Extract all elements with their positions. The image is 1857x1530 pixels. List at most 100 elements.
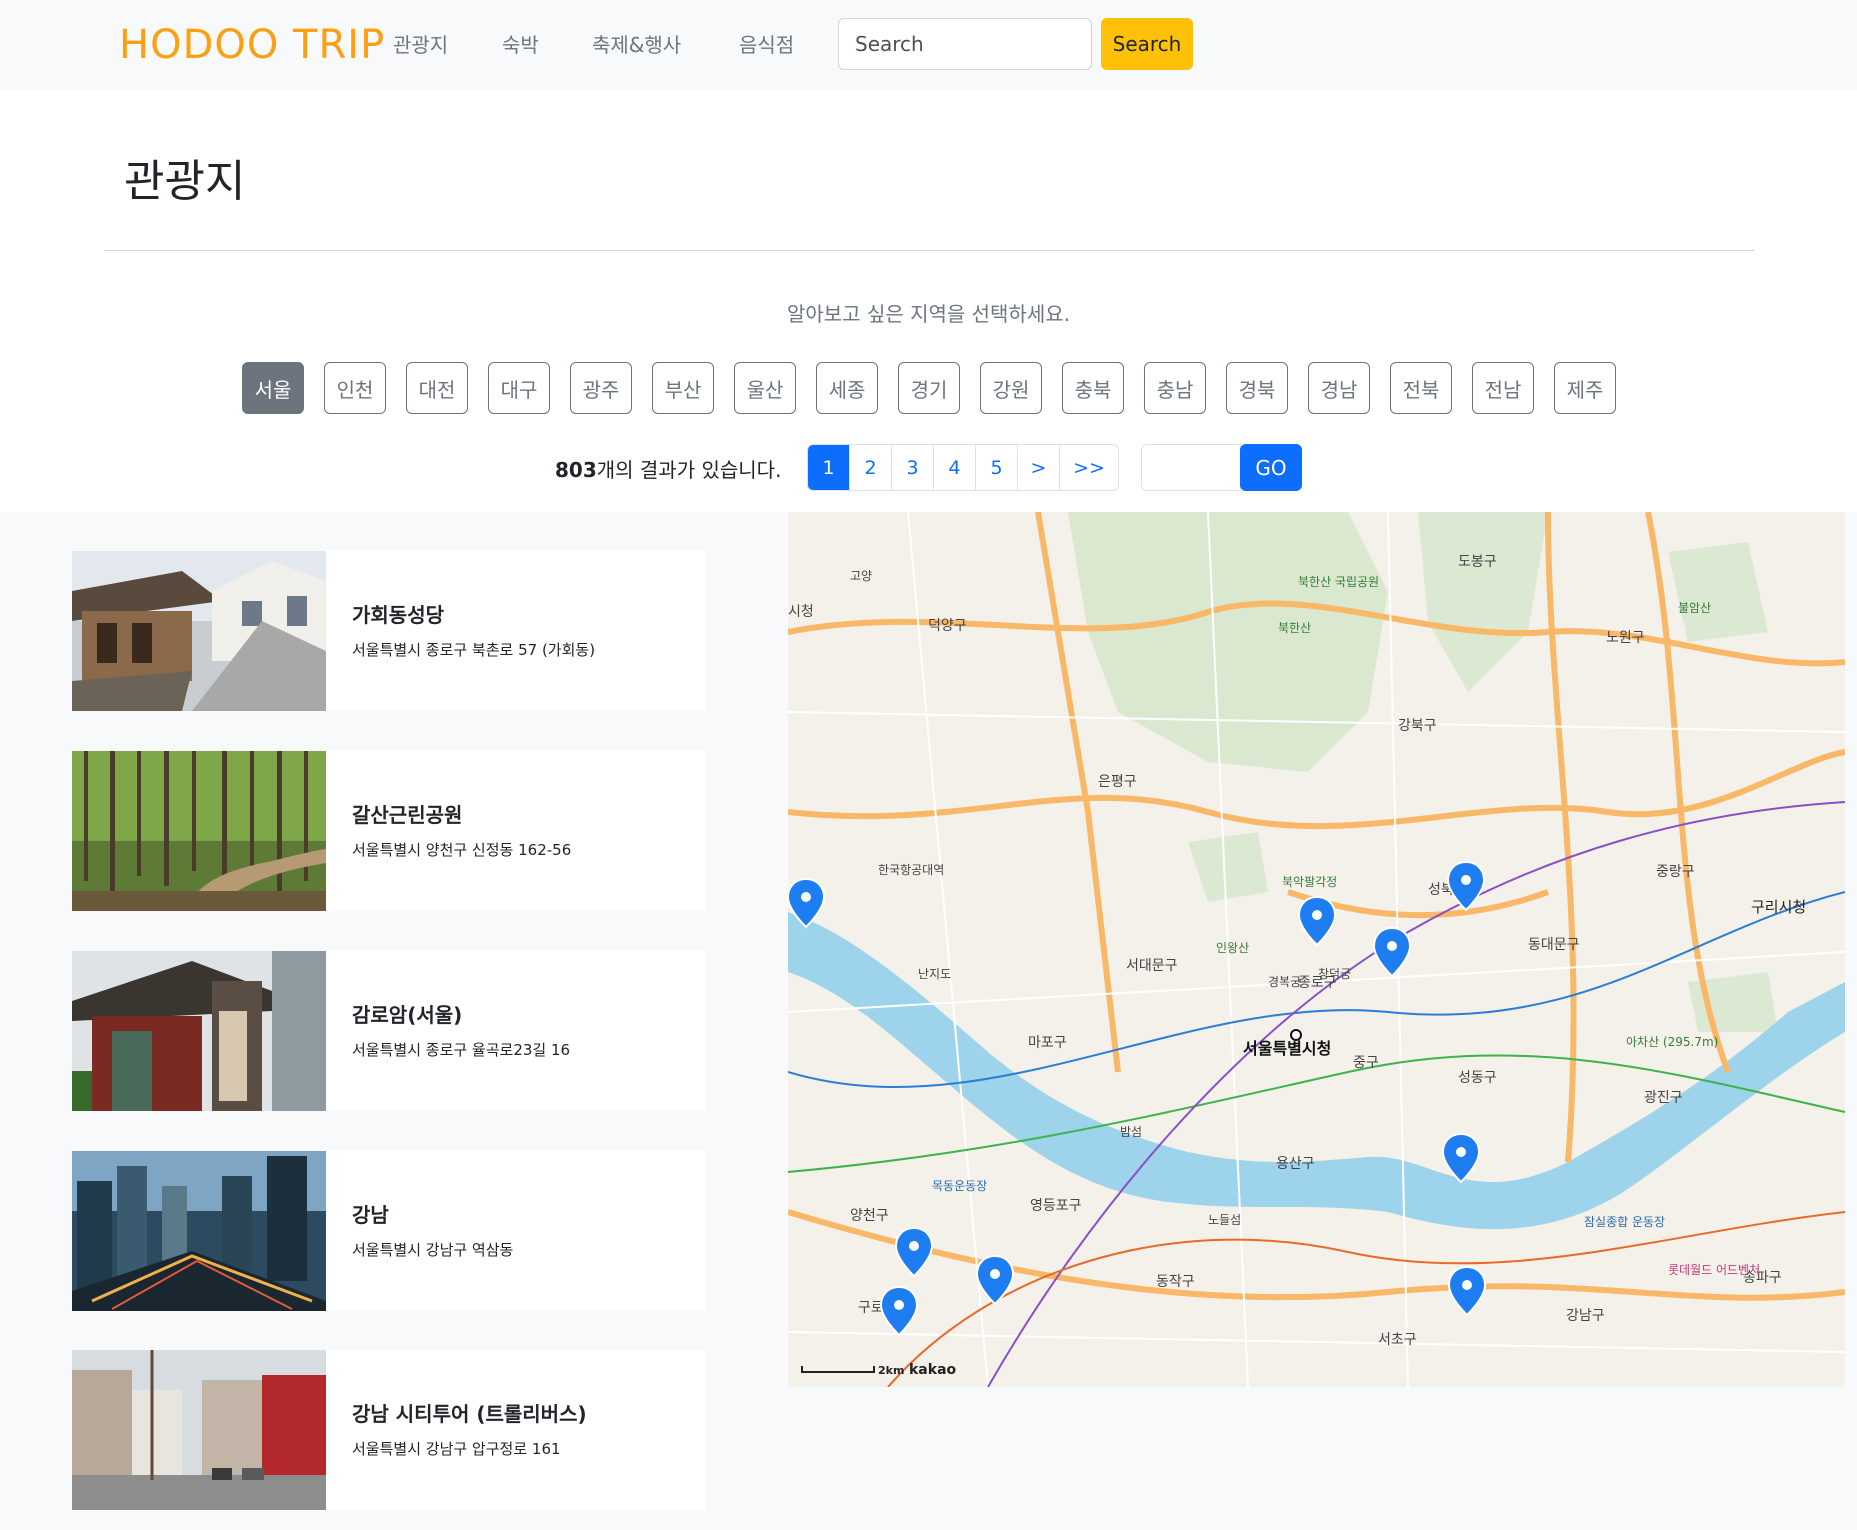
map-label: 중구	[1353, 1055, 1379, 1071]
region-button-jeonnam[interactable]: 전남	[1472, 362, 1534, 414]
map-label: 구리시청	[1751, 898, 1806, 916]
place-card[interactable]: 감로암(서울) 서울특별시 종로구 율곡로23길 16	[72, 951, 706, 1111]
map-label: 구로	[858, 1300, 884, 1316]
place-address: 서울특별시 강남구 압구정로 161	[352, 1440, 561, 1458]
map-label: 은평구	[1098, 774, 1137, 790]
nav-link-restaurants[interactable]: 음식점	[739, 29, 794, 58]
map-label: 북한산	[1278, 621, 1311, 635]
page-jump-input[interactable]	[1141, 444, 1241, 491]
map-label: 도봉구	[1458, 554, 1497, 570]
place-name[interactable]: 강남 시티투어 (트롤리버스)	[352, 1398, 587, 1427]
region-button-gangwon[interactable]: 강원	[980, 362, 1042, 414]
region-button-chungnam[interactable]: 충남	[1144, 362, 1206, 414]
map-label: 성동구	[1458, 1070, 1497, 1086]
map-canvas[interactable]: 서울특별시청 종로구 중구 서대문구 마포구 용산구 성동구 광진구 동대문구 …	[788, 512, 1845, 1387]
region-button-gyeongbuk[interactable]: 경북	[1226, 362, 1288, 414]
search-button[interactable]: Search	[1101, 18, 1193, 70]
region-button-jeonbuk[interactable]: 전북	[1390, 362, 1452, 414]
map-label: 한국항공대역	[878, 863, 944, 877]
region-button-gyeonggi[interactable]: 경기	[898, 362, 960, 414]
nav-link-attractions[interactable]: 관광지	[393, 29, 448, 58]
map-label: 용산구	[1276, 1156, 1315, 1172]
result-count: 803개의 결과가 있습니다.	[555, 454, 781, 483]
map-label: 서초구	[1378, 1332, 1417, 1348]
place-name[interactable]: 강남	[352, 1199, 389, 1228]
kakao-logo: kakao	[909, 1362, 957, 1378]
place-card[interactable]: 갈산근린공원 서울특별시 양천구 신정동 162-56	[72, 751, 706, 911]
page-button-5[interactable]: 5	[976, 445, 1018, 490]
brand-logo[interactable]: HODOO TRIP	[119, 22, 385, 68]
map-label: 목동운동장	[932, 1179, 987, 1193]
page-button-2[interactable]: 2	[850, 445, 892, 490]
city-hall-marker	[1290, 1029, 1302, 1041]
place-card[interactable]: 강남 시티투어 (트롤리버스) 서울특별시 강남구 압구정로 161	[72, 1350, 706, 1510]
map-label: 고양	[850, 569, 872, 583]
place-address: 서울특별시 종로구 북촌로 57 (가회동)	[352, 641, 596, 659]
place-address: 서울특별시 양천구 신정동 162-56	[352, 841, 572, 859]
place-thumbnail	[72, 951, 326, 1111]
region-button-ulsan[interactable]: 울산	[734, 362, 796, 414]
map-label: 중랑구	[1656, 864, 1695, 880]
place-name[interactable]: 갈산근린공원	[352, 799, 462, 828]
region-button-busan[interactable]: 부산	[652, 362, 714, 414]
map-label: 북한산 국립공원	[1298, 575, 1379, 589]
region-button-chungbuk[interactable]: 충북	[1062, 362, 1124, 414]
map-label: 동작구	[1156, 1274, 1195, 1290]
divider	[104, 250, 1754, 251]
region-button-daegu[interactable]: 대구	[488, 362, 550, 414]
result-count-number: 803	[555, 458, 597, 482]
page-button-3[interactable]: 3	[892, 445, 934, 490]
place-thumbnail	[72, 551, 326, 711]
map-label: 노들섬	[1208, 1213, 1241, 1227]
result-count-suffix: 개의 결과가 있습니다.	[596, 458, 782, 482]
map-label: 잠실종합 운동장	[1584, 1215, 1665, 1229]
place-card[interactable]: 강남 서울특별시 강남구 역삼동	[72, 1151, 706, 1311]
go-button[interactable]: GO	[1240, 444, 1302, 491]
map-label: 양천구	[850, 1208, 889, 1224]
page-next-button[interactable]: >	[1018, 445, 1060, 490]
place-name[interactable]: 감로암(서울)	[352, 999, 462, 1028]
map-view[interactable]: 서울특별시청 종로구 중구 서대문구 마포구 용산구 성동구 광진구 동대문구 …	[788, 512, 1845, 1387]
map-label: 불암산	[1678, 601, 1711, 615]
map-label: 밤섬	[1120, 1125, 1142, 1139]
scale-label: 2km	[878, 1364, 904, 1377]
search-input[interactable]	[838, 18, 1092, 70]
place-address: 서울특별시 종로구 율곡로23길 16	[352, 1041, 571, 1059]
map-label: 덕양구	[928, 618, 967, 634]
region-button-gwangju[interactable]: 광주	[570, 362, 632, 414]
place-thumbnail	[72, 751, 326, 911]
page-button-1[interactable]: 1	[808, 445, 850, 490]
map-label: 경복궁	[1268, 975, 1301, 989]
map-label: 롯데월드 어드벤처	[1668, 1263, 1760, 1277]
region-prompt: 알아보고 싶은 지역을 선택하세요.	[786, 302, 1071, 326]
region-button-sejong[interactable]: 세종	[816, 362, 878, 414]
map-label: 동대문구	[1528, 937, 1580, 953]
page-button-4[interactable]: 4	[934, 445, 976, 490]
region-button-daejeon[interactable]: 대전	[406, 362, 468, 414]
map-label: 아차산 (295.7m)	[1626, 1035, 1718, 1049]
map-label: 강남구	[1566, 1308, 1605, 1324]
region-button-gyeongnam[interactable]: 경남	[1308, 362, 1370, 414]
region-button-seoul[interactable]: 서울	[242, 362, 304, 414]
region-button-jeju[interactable]: 제주	[1554, 362, 1616, 414]
map-label: 북악팔각정	[1282, 875, 1337, 889]
page-last-button[interactable]: >>	[1060, 445, 1118, 490]
map-label-city-hall: 서울특별시청	[1243, 1039, 1331, 1058]
place-address: 서울특별시 강남구 역삼동	[352, 1241, 514, 1259]
map-label: 인왕산	[1216, 941, 1249, 955]
map-label: 시청	[788, 604, 814, 620]
place-thumbnail	[72, 1151, 326, 1311]
place-card[interactable]: 가회동성당 서울특별시 종로구 북촌로 57 (가회동)	[72, 551, 706, 711]
place-name[interactable]: 가회동성당	[352, 599, 444, 628]
map-label: 마포구	[1028, 1035, 1067, 1051]
map-label: 창덕궁	[1318, 967, 1351, 981]
page-title: 관광지	[124, 156, 246, 207]
pagination: 1 2 3 4 5 > >>	[807, 444, 1119, 491]
map-label: 광진구	[1644, 1090, 1683, 1106]
navbar: HODOO TRIP 관광지 숙박 축제&행사 음식점 Search	[0, 0, 1857, 90]
nav-link-lodging[interactable]: 숙박	[502, 29, 539, 58]
nav-link-festivals[interactable]: 축제&행사	[592, 29, 681, 58]
region-button-incheon[interactable]: 인천	[324, 362, 386, 414]
map-label: 난지도	[918, 967, 951, 981]
map-label: 강북구	[1398, 718, 1437, 734]
